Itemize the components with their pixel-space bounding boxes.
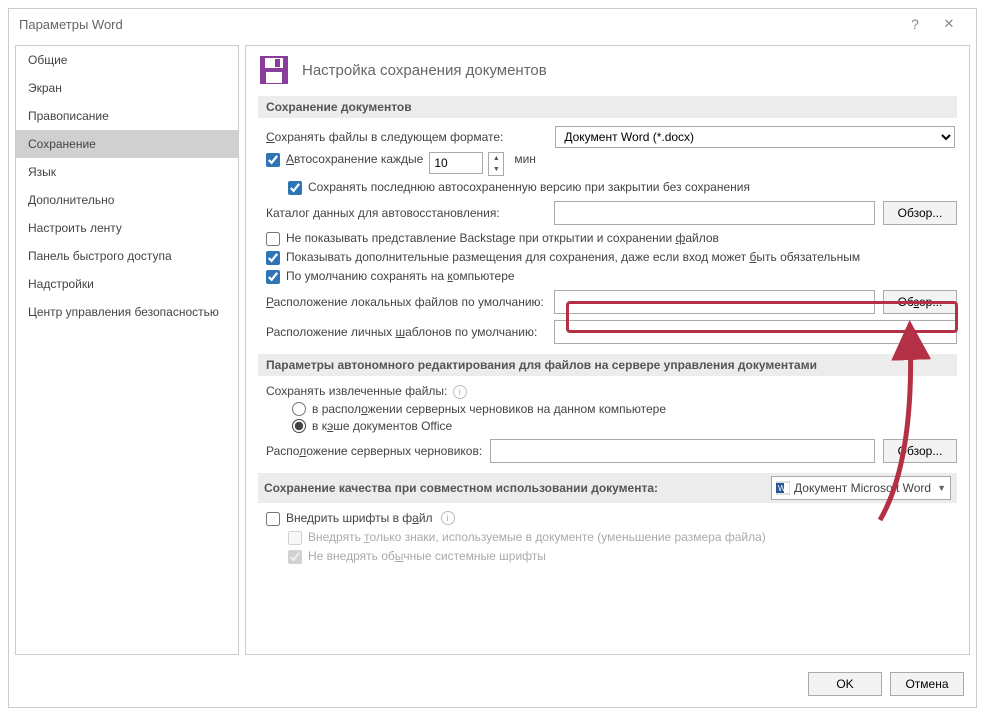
sidebar-item-proofing[interactable]: Правописание bbox=[16, 102, 238, 130]
keep-last-autosave-checkbox[interactable] bbox=[288, 181, 302, 195]
word-options-dialog: Параметры Word ? ✕ Общие Экран Правописа… bbox=[0, 0, 985, 716]
help-button[interactable]: ? bbox=[898, 16, 932, 32]
cancel-button[interactable]: Отмена bbox=[890, 672, 964, 696]
sidebar-item-advanced[interactable]: Дополнительно bbox=[16, 186, 238, 214]
sidebar-item-trust-center[interactable]: Центр управления безопасностью bbox=[16, 298, 238, 326]
section-offline-editing: Параметры автономного редактирования для… bbox=[258, 354, 957, 376]
autosave-minutes-input[interactable] bbox=[429, 152, 483, 174]
default-pc-checkbox[interactable] bbox=[266, 270, 280, 284]
drafts-loc-input[interactable] bbox=[490, 439, 875, 463]
local-loc-browse-button[interactable]: Обзор... bbox=[883, 290, 957, 314]
templates-loc-label: Расположение личных шаблонов по умолчани… bbox=[266, 325, 546, 339]
sidebar-item-display[interactable]: Экран bbox=[16, 74, 238, 102]
no-backstage-label: Не показывать представление Backstage пр… bbox=[286, 231, 719, 245]
autosave-spinner[interactable]: ▲▼ bbox=[488, 152, 504, 176]
page-heading: Настройка сохранения документов bbox=[302, 62, 547, 79]
close-button[interactable]: ✕ bbox=[932, 16, 966, 32]
ok-button[interactable]: OK bbox=[808, 672, 882, 696]
section-preserve-fidelity: Сохранение качества при совместном испол… bbox=[258, 473, 957, 503]
local-loc-input[interactable] bbox=[554, 290, 875, 314]
sidebar: Общие Экран Правописание Сохранение Язык… bbox=[15, 45, 239, 655]
info-icon[interactable]: i bbox=[453, 385, 467, 399]
radio-office-cache-label: в кэше документов Office bbox=[312, 419, 452, 433]
embed-fonts-label: Внедрить шрифты в файл bbox=[286, 511, 433, 525]
local-loc-label: Расположение локальных файлов по умолчан… bbox=[266, 295, 546, 309]
chevron-down-icon: ▼ bbox=[937, 483, 946, 493]
sidebar-item-customize-ribbon[interactable]: Настроить ленту bbox=[16, 214, 238, 242]
save-icon bbox=[258, 54, 290, 86]
autosave-label: Автосохранение каждые bbox=[286, 152, 423, 166]
document-selector[interactable]: W Документ Microsoft Word ▼ bbox=[771, 476, 951, 500]
titlebar: Параметры Word ? ✕ bbox=[9, 9, 976, 39]
sidebar-item-general[interactable]: Общие bbox=[16, 46, 238, 74]
drafts-loc-label: Расположение серверных черновиков: bbox=[266, 444, 482, 458]
templates-loc-input[interactable] bbox=[554, 320, 957, 344]
content-pane: Настройка сохранения документов Сохранен… bbox=[245, 45, 970, 655]
dialog-title: Параметры Word bbox=[19, 17, 123, 32]
default-pc-label: По умолчанию сохранять на компьютере bbox=[286, 269, 515, 283]
show-extra-loc-checkbox[interactable] bbox=[266, 251, 280, 265]
drafts-browse-button[interactable]: Обзор... bbox=[883, 439, 957, 463]
format-label: Сохранять файлы в следующем формате: bbox=[266, 130, 503, 144]
autosave-checkbox[interactable] bbox=[266, 153, 280, 167]
format-select[interactable]: Документ Word (*.docx) bbox=[555, 126, 955, 148]
embed-only-used-checkbox bbox=[288, 531, 302, 545]
save-extracted-label: Сохранять извлеченные файлы: bbox=[266, 384, 447, 398]
sidebar-item-quick-access[interactable]: Панель быстрого доступа bbox=[16, 242, 238, 270]
sidebar-item-save[interactable]: Сохранение bbox=[16, 130, 238, 158]
autorecover-path-input[interactable] bbox=[554, 201, 875, 225]
section-save-documents: Сохранение документов bbox=[258, 96, 957, 118]
autorecover-path-label: Каталог данных для автовосстановления: bbox=[266, 206, 546, 220]
info-icon-2[interactable]: i bbox=[441, 511, 455, 525]
no-system-fonts-label: Не внедрять обычные системные шрифты bbox=[308, 549, 546, 563]
radio-server-drafts[interactable] bbox=[292, 402, 306, 416]
radio-office-cache[interactable] bbox=[292, 419, 306, 433]
dialog-footer: OK Отмена bbox=[9, 661, 976, 707]
sidebar-item-addins[interactable]: Надстройки bbox=[16, 270, 238, 298]
show-extra-loc-label: Показывать дополнительные размещения для… bbox=[286, 250, 860, 264]
no-backstage-checkbox[interactable] bbox=[266, 232, 280, 246]
radio-server-drafts-label: в расположении серверных черновиков на д… bbox=[312, 402, 666, 416]
autosave-unit: мин bbox=[514, 152, 536, 166]
embed-only-used-label: Внедрять только знаки, используемые в до… bbox=[308, 530, 766, 544]
autorecover-browse-button[interactable]: Обзор... bbox=[883, 201, 957, 225]
svg-text:W: W bbox=[778, 484, 786, 493]
keep-last-autosave-label: Сохранять последнюю автосохраненную верс… bbox=[308, 180, 750, 194]
sidebar-item-language[interactable]: Язык bbox=[16, 158, 238, 186]
embed-fonts-checkbox[interactable] bbox=[266, 512, 280, 526]
no-system-fonts-checkbox bbox=[288, 550, 302, 564]
word-doc-icon: W bbox=[776, 481, 790, 495]
